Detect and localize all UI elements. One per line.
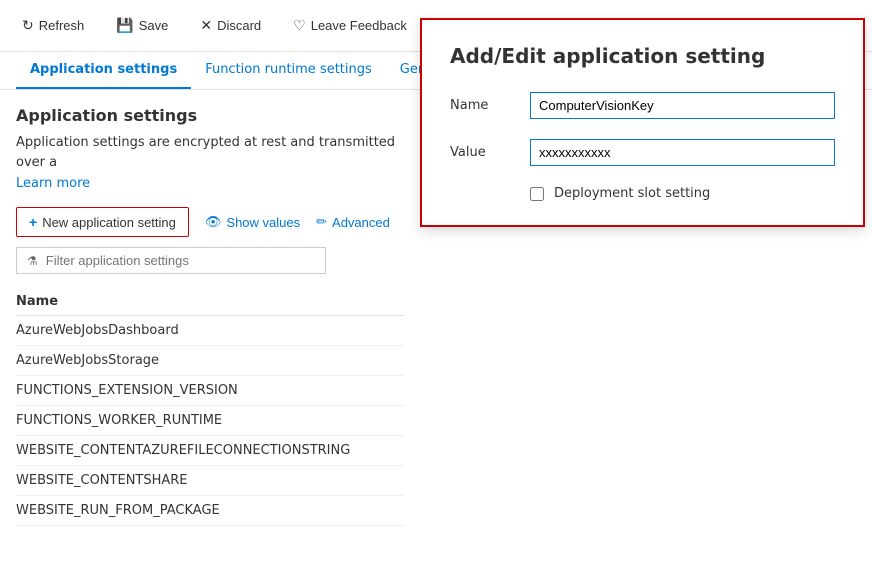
filter-icon: ⚗ [27, 254, 38, 268]
filter-input[interactable] [46, 253, 315, 268]
eye-icon: 👁 [205, 214, 222, 230]
table-row: WEBSITE_RUN_FROM_PACKAGE [16, 496, 404, 526]
advanced-label: Advanced [332, 215, 390, 230]
deployment-slot-row: Deployment slot setting [530, 186, 835, 201]
show-values-label: Show values [226, 215, 300, 230]
refresh-button[interactable]: ↻ Refresh [16, 13, 90, 38]
description-text: Application settings are encrypted at re… [16, 133, 404, 172]
refresh-icon: ↻ [22, 17, 34, 34]
save-label: Save [139, 18, 169, 33]
name-row: Name [450, 92, 835, 119]
filter-bar: ⚗ [16, 247, 326, 274]
page-title: Application settings [16, 106, 404, 125]
pencil-icon: ✏ [316, 214, 327, 230]
table-row: FUNCTIONS_EXTENSION_VERSION [16, 376, 404, 406]
new-application-setting-button[interactable]: + New application setting [16, 207, 189, 237]
feedback-button[interactable]: ♡ Leave Feedback [287, 13, 413, 38]
name-label: Name [450, 98, 530, 113]
learn-more-link[interactable]: Learn more [16, 176, 404, 191]
discard-icon: ✕ [200, 17, 212, 34]
table-row: FUNCTIONS_WORKER_RUNTIME [16, 406, 404, 436]
deployment-slot-checkbox[interactable] [530, 187, 544, 201]
discard-label: Discard [217, 18, 261, 33]
new-setting-label: New application setting [42, 215, 176, 230]
heart-icon: ♡ [293, 17, 306, 34]
save-button[interactable]: 💾 Save [110, 13, 174, 38]
table-row: AzureWebJobsStorage [16, 346, 404, 376]
main-content: Application settings Application setting… [0, 90, 420, 542]
value-label: Value [450, 145, 530, 160]
refresh-label: Refresh [39, 18, 85, 33]
table-row: WEBSITE_CONTENTAZUREFILECONNECTIONSTRING [16, 436, 404, 466]
settings-table: Name AzureWebJobsDashboard AzureWebJobsS… [16, 288, 404, 526]
tab-application-settings[interactable]: Application settings [16, 52, 191, 89]
action-bar: + New application setting 👁 Show values … [16, 207, 404, 237]
name-input[interactable] [530, 92, 835, 119]
deployment-slot-label: Deployment slot setting [554, 186, 710, 201]
add-edit-panel: Add/Edit application setting Name Value … [420, 18, 865, 227]
plus-icon: + [29, 214, 37, 230]
value-input[interactable] [530, 139, 835, 166]
advanced-button[interactable]: ✏ Advanced [316, 214, 390, 230]
discard-button[interactable]: ✕ Discard [194, 13, 267, 38]
value-row: Value [450, 139, 835, 166]
show-values-button[interactable]: 👁 Show values [205, 214, 300, 230]
tab-function-runtime[interactable]: Function runtime settings [191, 52, 386, 89]
save-icon: 💾 [116, 17, 133, 34]
table-row: AzureWebJobsDashboard [16, 316, 404, 346]
panel-title: Add/Edit application setting [450, 44, 835, 68]
table-header: Name [16, 288, 404, 316]
feedback-label: Leave Feedback [311, 18, 407, 33]
table-row: WEBSITE_CONTENTSHARE [16, 466, 404, 496]
